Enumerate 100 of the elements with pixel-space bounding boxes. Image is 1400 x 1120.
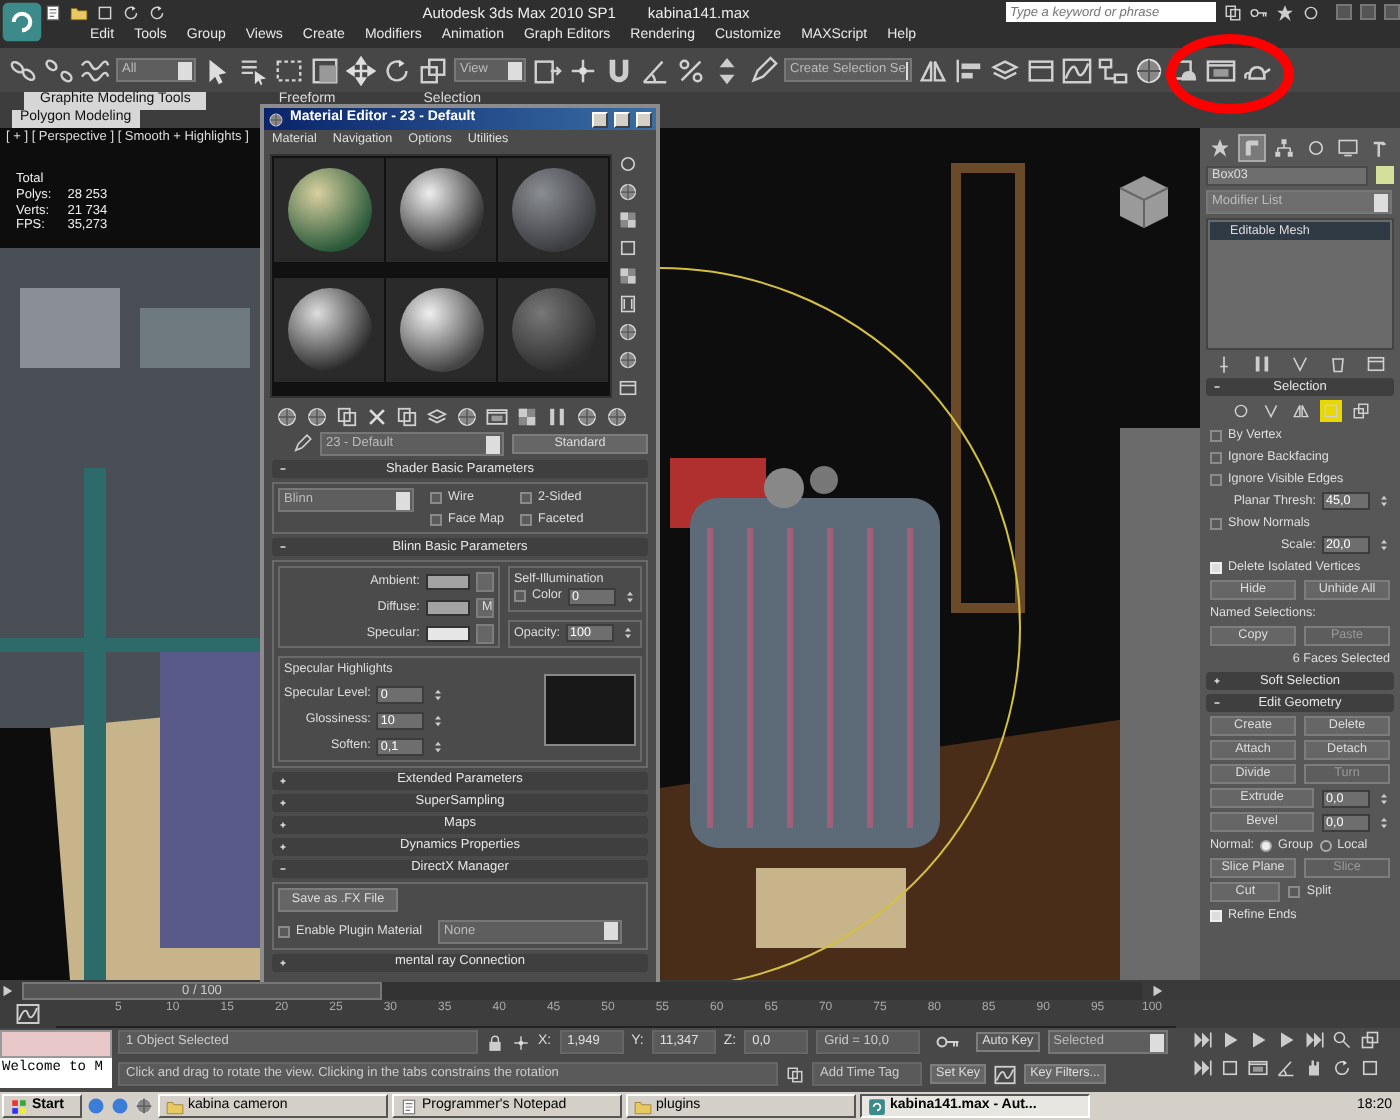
sphere-icon[interactable] (1134, 55, 1164, 85)
spinner-arrows-icon[interactable] (1378, 492, 1390, 510)
help-icon[interactable] (1302, 3, 1320, 21)
star-icon[interactable] (1276, 3, 1294, 21)
checker-icon[interactable] (618, 266, 638, 286)
checkbox[interactable] (278, 925, 290, 938)
panel-icon[interactable] (1026, 55, 1056, 85)
zoom-icon[interactable] (1332, 1030, 1352, 1050)
close-icon[interactable] (366, 406, 388, 428)
spinner-arrows-icon[interactable] (1378, 536, 1390, 554)
field-of-view-icon[interactable] (1276, 1058, 1296, 1078)
boxes-icon[interactable] (336, 406, 358, 428)
save-icon[interactable] (96, 3, 114, 21)
checkbox[interactable] (520, 513, 532, 525)
undo-icon[interactable] (122, 3, 140, 21)
sphere-icon[interactable] (618, 322, 638, 342)
spinner-arrows-icon[interactable] (1378, 789, 1390, 807)
checkbox[interactable] (1210, 429, 1222, 441)
sphere-icon[interactable] (576, 406, 598, 428)
percent-icon[interactable] (676, 55, 706, 85)
render-frame-icon[interactable] (1206, 55, 1236, 85)
curve-editor-icon[interactable] (1062, 55, 1092, 85)
listener-input[interactable] (0, 1030, 112, 1058)
checkbox[interactable] (430, 491, 442, 503)
globe-icon[interactable] (110, 1096, 130, 1116)
go-to-end-icon[interactable] (1304, 1030, 1324, 1050)
checker-icon[interactable] (618, 210, 638, 230)
sphere-icon[interactable] (618, 182, 638, 202)
checkbox[interactable] (1210, 451, 1222, 463)
maximize-button[interactable] (614, 111, 630, 127)
sphere-icon[interactable] (606, 406, 628, 428)
bin-icon[interactable] (1327, 354, 1348, 374)
sphere-icon[interactable] (618, 350, 638, 370)
command-tab[interactable] (1206, 134, 1234, 162)
mirror-icon[interactable] (918, 55, 948, 85)
lock-icon[interactable] (486, 1033, 504, 1051)
spinner-arrows-icon[interactable] (432, 737, 445, 756)
pivot-icon[interactable] (532, 55, 562, 85)
axis-cross-icon[interactable] (568, 55, 598, 85)
schematic-icon[interactable] (1098, 55, 1128, 85)
copy-icon[interactable] (396, 406, 418, 428)
link-icon[interactable] (8, 55, 38, 85)
spinner-arrows-icon[interactable] (432, 685, 445, 704)
bars-icon[interactable] (1252, 354, 1273, 374)
redo-icon[interactable] (148, 3, 166, 21)
command-tab[interactable] (1270, 134, 1298, 162)
new-file-icon[interactable] (44, 3, 62, 21)
curve-editor-icon[interactable] (16, 1002, 40, 1026)
selection-level-button[interactable] (1259, 400, 1281, 422)
broken-link-icon[interactable] (44, 55, 74, 85)
film-icon[interactable] (618, 294, 638, 314)
checkbox[interactable] (1210, 517, 1222, 529)
orbit-icon[interactable] (1332, 1058, 1352, 1078)
spinner-arrows-icon[interactable] (1378, 813, 1390, 831)
spinner-arrows-icon[interactable] (622, 624, 635, 643)
list-cursor-icon[interactable] (238, 55, 268, 85)
spinner-arrows-icon[interactable] (624, 587, 636, 606)
sphere-icon[interactable] (134, 1096, 154, 1116)
pencil-icon[interactable] (748, 55, 778, 85)
material-sphere[interactable] (285, 166, 373, 254)
square-icon[interactable] (618, 238, 638, 258)
checkbox[interactable] (1288, 886, 1301, 898)
checkbox[interactable] (520, 491, 532, 503)
window-selection-icon[interactable] (310, 55, 340, 85)
material-sphere[interactable] (285, 285, 373, 373)
checkbox[interactable] (430, 513, 442, 525)
color-swatch[interactable] (425, 625, 470, 641)
scale-icon[interactable] (418, 55, 448, 85)
material-sphere[interactable] (397, 285, 485, 373)
radio-button[interactable] (1260, 839, 1273, 851)
sphere-outline-icon[interactable] (618, 154, 638, 174)
app-logo-icon[interactable] (0, 0, 44, 44)
checkbox[interactable] (513, 590, 526, 603)
color-swatch[interactable] (425, 573, 470, 589)
layers-icon[interactable] (990, 55, 1020, 85)
rotate-icon[interactable] (382, 55, 412, 85)
selection-level-button[interactable] (1289, 400, 1311, 422)
command-tab[interactable] (1238, 134, 1266, 162)
key-tangent-icon[interactable] (994, 1063, 1017, 1085)
command-tab[interactable] (1334, 134, 1362, 162)
bars-icon[interactable] (546, 406, 568, 428)
spinner-arrows-icon[interactable] (432, 711, 445, 730)
magnet-icon[interactable] (604, 55, 634, 85)
sphere-icon[interactable] (456, 406, 478, 428)
key-icon[interactable] (1250, 3, 1268, 21)
get-material-icon[interactable] (276, 406, 298, 428)
move-icon[interactable] (346, 55, 376, 85)
align-icon[interactable] (954, 55, 984, 85)
panel-icon[interactable] (1365, 354, 1386, 374)
checker-icon[interactable] (516, 406, 538, 428)
angle-icon[interactable] (640, 55, 670, 85)
put-material-icon[interactable] (306, 406, 328, 428)
browser-icon[interactable] (86, 1096, 106, 1116)
go-to-start-icon[interactable] (1192, 1030, 1212, 1050)
squiggle-icon[interactable] (80, 55, 110, 85)
color-swatch[interactable] (1376, 166, 1394, 184)
pan-icon[interactable] (1304, 1058, 1324, 1078)
maximize-viewport-icon[interactable] (1360, 1058, 1380, 1078)
checkbox[interactable] (1210, 473, 1222, 485)
selection-level-button[interactable] (1319, 400, 1341, 422)
